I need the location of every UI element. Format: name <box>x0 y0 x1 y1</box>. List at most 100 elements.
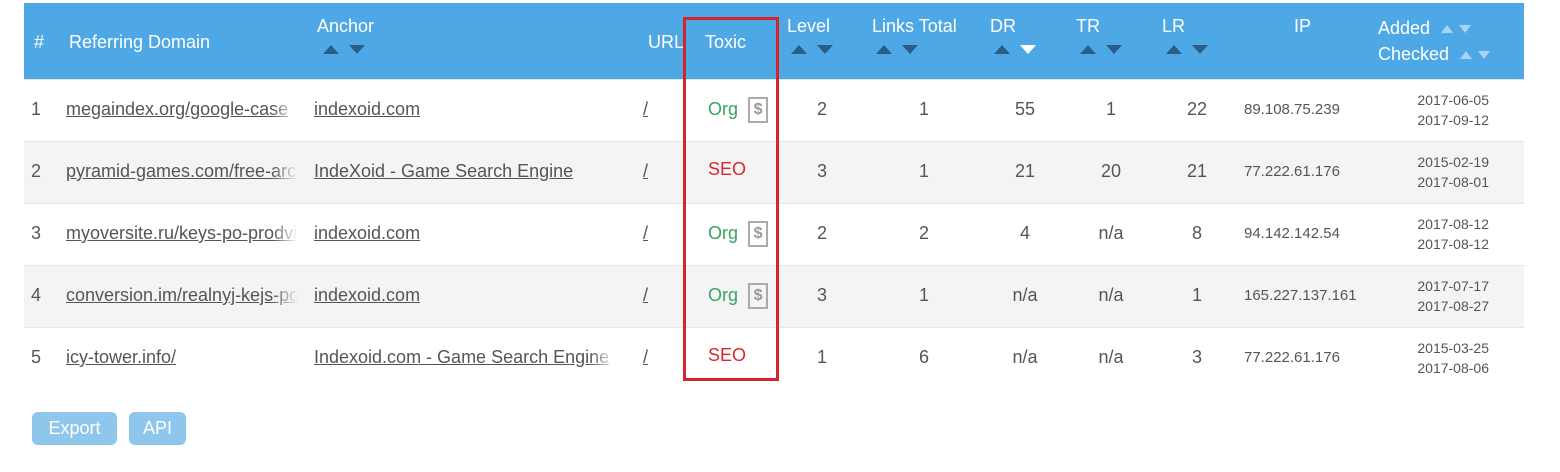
header-lr[interactable]: LR <box>1162 16 1185 37</box>
added-date: 2017-07-17 <box>1417 278 1489 294</box>
tr-sort-controls <box>1080 45 1122 54</box>
sort-asc-icon[interactable] <box>323 45 339 54</box>
header-links-total[interactable]: Links Total <box>872 16 957 37</box>
referring-domain-link[interactable]: pyramid-games.com/free-arcade <box>66 161 298 182</box>
text-fade <box>272 347 298 368</box>
ip-value: 77.222.61.176 <box>1244 349 1340 366</box>
dr-value: 55 <box>1014 99 1036 119</box>
links-total-value: 6 <box>918 347 929 367</box>
url-link[interactable]: / <box>643 223 648 244</box>
dates-cell: 2015-03-25 2017-08-06 <box>1384 338 1489 378</box>
referring-domain-text[interactable]: myoversite.ru/keys-po-prodvizheniyu <box>66 223 298 243</box>
checked-date: 2017-08-12 <box>1417 236 1489 252</box>
sort-asc-icon[interactable] <box>1460 51 1473 60</box>
text-fade <box>272 285 298 306</box>
header-level[interactable]: Level <box>787 16 830 37</box>
anchor-link[interactable]: indexoid.com <box>314 223 616 244</box>
sort-asc-icon[interactable] <box>1441 25 1454 34</box>
referring-domain-text[interactable]: megaindex.org/google-case <box>66 99 288 119</box>
level-value: 3 <box>816 161 827 181</box>
dates-cell: 2017-08-12 2017-08-12 <box>1384 214 1489 254</box>
added-date: 2017-06-05 <box>1417 92 1489 108</box>
url-link[interactable]: / <box>643 285 648 306</box>
sort-desc-icon[interactable] <box>1106 45 1122 54</box>
sort-desc-icon[interactable] <box>902 45 918 54</box>
sort-asc-icon[interactable] <box>876 45 892 54</box>
referring-domain-text[interactable]: icy-tower.info/ <box>66 347 176 367</box>
header-anchor[interactable]: Anchor <box>317 16 374 37</box>
text-fade <box>590 223 616 244</box>
lr-value: 21 <box>1186 161 1208 181</box>
url-link[interactable]: / <box>643 347 648 368</box>
checked-date: 2017-09-12 <box>1417 112 1489 128</box>
tr-value: 1 <box>1105 99 1116 119</box>
header-num: # <box>34 32 45 52</box>
sort-desc-icon[interactable] <box>817 45 833 54</box>
text-fade <box>590 161 616 182</box>
anchor-link[interactable]: indexoid.com <box>314 285 616 306</box>
checked-date: 2017-08-27 <box>1417 298 1489 314</box>
sort-asc-icon[interactable] <box>791 45 807 54</box>
lr-value: 3 <box>1191 347 1202 367</box>
level-sort-controls <box>791 45 833 54</box>
url-link[interactable]: / <box>643 99 648 120</box>
header-dr[interactable]: DR <box>990 16 1016 37</box>
export-button[interactable]: Export <box>32 412 117 445</box>
anchor-text[interactable]: indexoid.com <box>314 99 420 119</box>
anchor-text[interactable]: indexoid.com <box>314 285 420 305</box>
level-value: 2 <box>816 99 827 119</box>
referring-domain-text[interactable]: conversion.im/realnyj-kejs-po <box>66 285 298 305</box>
sort-asc-icon[interactable] <box>1080 45 1096 54</box>
header-added-label[interactable]: Added <box>1378 18 1430 38</box>
header-checked-label[interactable]: Checked <box>1378 44 1449 64</box>
row-number: 1 <box>31 99 42 119</box>
text-fade <box>590 285 616 306</box>
text-fade <box>590 99 616 120</box>
lr-value: 1 <box>1191 285 1202 305</box>
sort-asc-icon[interactable] <box>994 45 1010 54</box>
row-number: 2 <box>31 161 42 181</box>
links-total-value: 1 <box>918 285 929 305</box>
ip-value: 89.108.75.239 <box>1244 101 1340 118</box>
header-checked: Checked <box>1378 44 1491 65</box>
anchor-link[interactable]: Indexoid.com - Game Search Engine <box>314 347 616 368</box>
sort-desc-icon[interactable] <box>1478 51 1491 60</box>
anchor-text[interactable]: indexoid.com <box>314 223 420 243</box>
url-link[interactable]: / <box>643 161 648 182</box>
text-fade <box>272 223 298 244</box>
dr-value: 4 <box>1019 223 1030 243</box>
text-fade <box>272 161 298 182</box>
header-tr[interactable]: TR <box>1076 16 1100 37</box>
toxic-column-highlight <box>683 17 779 381</box>
sort-desc-icon[interactable] <box>349 45 365 54</box>
referring-domain-link[interactable]: megaindex.org/google-case <box>66 99 298 120</box>
level-value: 2 <box>816 223 827 243</box>
referring-domain-text[interactable]: pyramid-games.com/free-arcade <box>66 161 298 181</box>
anchor-link[interactable]: indexoid.com <box>314 99 616 120</box>
added-date: 2017-08-12 <box>1417 216 1489 232</box>
checked-sort-controls <box>1460 51 1491 60</box>
anchor-text[interactable]: Indexoid.com - Game Search Engine <box>314 347 609 367</box>
sort-desc-icon[interactable] <box>1459 25 1472 34</box>
referring-domain-link[interactable]: myoversite.ru/keys-po-prodvizheniyu <box>66 223 298 244</box>
sort-desc-icon[interactable] <box>1192 45 1208 54</box>
header-url[interactable]: URL <box>648 32 684 53</box>
text-fade <box>590 347 616 368</box>
row-number: 4 <box>31 285 42 305</box>
anchor-text[interactable]: IndeXoid - Game Search Engine <box>314 161 573 181</box>
ip-value: 77.222.61.176 <box>1244 163 1340 180</box>
links-total-value: 1 <box>918 161 929 181</box>
tr-value: n/a <box>1098 347 1124 367</box>
header-ip[interactable]: IP <box>1294 16 1311 37</box>
sort-asc-icon[interactable] <box>1166 45 1182 54</box>
referring-domain-link[interactable]: icy-tower.info/ <box>66 347 298 368</box>
referring-domain-link[interactable]: conversion.im/realnyj-kejs-po <box>66 285 298 306</box>
header-referring-domain[interactable]: Referring Domain <box>69 32 210 53</box>
tr-value: n/a <box>1098 285 1124 305</box>
row-number: 5 <box>31 347 42 367</box>
api-button[interactable]: API <box>129 412 186 445</box>
anchor-link[interactable]: IndeXoid - Game Search Engine <box>314 161 616 182</box>
ip-value: 165.227.137.161 <box>1244 287 1357 304</box>
anchor-sort-controls <box>323 45 365 54</box>
sort-desc-active-icon[interactable] <box>1020 45 1036 54</box>
